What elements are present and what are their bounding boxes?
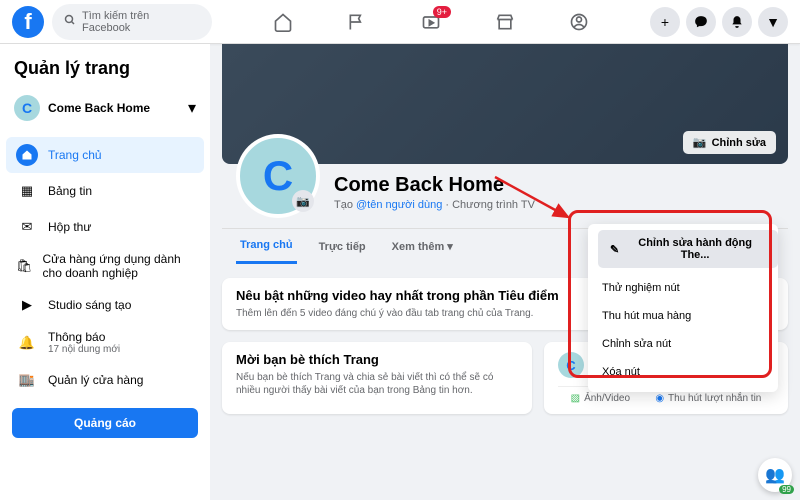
page-subtitle: Tạo @tên người dùng · Chương trình TV: [334, 199, 535, 211]
notifications-icon[interactable]: [722, 7, 752, 37]
topbar-right: + ▼: [650, 7, 788, 37]
advertise-button[interactable]: Quảng cáo: [12, 408, 198, 438]
marketplace-icon[interactable]: [493, 10, 517, 34]
floating-contacts-button[interactable]: 👥 99: [758, 458, 792, 492]
page-name: Come Back Home: [48, 101, 180, 115]
sidebar-item-label: Thông báo: [48, 330, 120, 344]
facebook-logo[interactable]: f: [12, 6, 44, 38]
topbar: f Tìm kiếm trên Facebook 9+ + ▼: [0, 0, 800, 44]
search-placeholder: Tìm kiếm trên Facebook: [82, 10, 200, 34]
chevron-down-icon: ▾: [188, 98, 196, 118]
tab-more[interactable]: Xem thêm ▾: [388, 230, 457, 263]
dropdown-item-test[interactable]: Thử nghiệm nút: [588, 274, 778, 302]
camera-icon: 📷: [693, 136, 707, 149]
inbox-icon: ✉: [16, 216, 38, 238]
bell-icon: 🔔: [16, 332, 38, 354]
page-avatar[interactable]: C📷: [236, 134, 320, 218]
card-title: Mời bạn bè thích Trang: [236, 352, 518, 367]
cta-dropdown: ✎ Chỉnh sửa hành động The... Thử nghiệm n…: [588, 224, 778, 392]
sidebar-item-creator[interactable]: ▶ Studio sáng tạo: [6, 287, 204, 323]
watch-badge: 9+: [433, 6, 451, 18]
sidebar-item-notifications[interactable]: 🔔 Thông báo17 nội dung mới: [6, 323, 204, 362]
watch-icon[interactable]: 9+: [419, 10, 443, 34]
sidebar-item-label: Studio sáng tạo: [48, 298, 131, 312]
shop-icon: 🏬: [16, 369, 38, 391]
messenger-icon: ◉: [655, 393, 664, 404]
home-icon: [16, 144, 38, 166]
sidebar-item-home[interactable]: Trang chủ: [6, 137, 204, 173]
search-icon: [64, 13, 76, 31]
avatar-letter: C: [263, 152, 293, 200]
dropdown-item-purchases[interactable]: Thu hút mua hàng: [588, 302, 778, 330]
sidebar-item-commerce[interactable]: 🏬 Quản lý cửa hàng: [6, 362, 204, 398]
tab-home[interactable]: Trang chủ: [236, 229, 297, 264]
page-avatar-small: C: [14, 95, 40, 121]
post-action-message[interactable]: ◉ Thu hút lượt nhắn tin: [655, 393, 761, 404]
profile-header: C📷 Come Back Home Tạo @tên người dùng · …: [222, 164, 788, 218]
tab-live[interactable]: Trực tiếp: [315, 231, 370, 263]
pencil-icon: ✎: [610, 243, 619, 256]
edit-cta-button[interactable]: ✎ Chỉnh sửa hành động The...: [598, 230, 778, 268]
cta-button-label: Chỉnh sửa hành động The...: [624, 237, 766, 261]
dropdown-item-edit[interactable]: Chỉnh sửa nút: [588, 330, 778, 358]
edit-cover-button[interactable]: 📷 Chỉnh sửa: [683, 131, 776, 154]
flag-icon[interactable]: [345, 10, 369, 34]
nav-center: 9+: [212, 10, 650, 34]
card-subtitle: Nếu bạn bè thích Trang và chia sẻ bài vi…: [236, 371, 518, 397]
sidebar-item-appstore[interactable]: 🛍 Cửa hàng ứng dụng dành cho doanh nghiệp: [6, 245, 204, 287]
page-title: Come Back Home: [334, 174, 535, 197]
create-username-link[interactable]: @tên người dùng: [356, 199, 442, 211]
feed-icon: ▦: [16, 180, 38, 202]
invite-friends-card: Mời bạn bè thích Trang Nếu bạn bè thích …: [222, 342, 532, 414]
sidebar: Quản lý trang C Come Back Home ▾ Trang c…: [0, 44, 210, 500]
edit-cover-label: Chỉnh sửa: [712, 137, 766, 149]
post-action-photo[interactable]: ▧ Ảnh/Video: [571, 393, 630, 404]
messenger-icon[interactable]: [686, 7, 716, 37]
page-selector[interactable]: C Come Back Home ▾: [6, 89, 204, 127]
bag-icon: 🛍: [16, 255, 33, 277]
people-icon: 👥: [765, 465, 785, 485]
post-avatar: C: [558, 352, 584, 378]
sidebar-item-label: Quản lý cửa hàng: [48, 373, 143, 387]
search-input[interactable]: Tìm kiếm trên Facebook: [52, 4, 212, 40]
main-content: 📷Chỉnh sửa C📷 Come Back Home Tạo @tên ng…: [210, 44, 800, 500]
post-action-label: Thu hút lượt nhắn tin: [668, 393, 761, 404]
groups-icon[interactable]: [567, 10, 591, 34]
sidebar-item-sublabel: 17 nội dung mới: [48, 344, 120, 355]
camera-icon[interactable]: 📷: [292, 190, 314, 212]
sidebar-item-label: Bảng tin: [48, 184, 92, 198]
sidebar-item-newsfeed[interactable]: ▦ Bảng tin: [6, 173, 204, 209]
sidebar-item-label: Trang chủ: [48, 148, 102, 162]
sidebar-title: Quản lý trang: [6, 54, 204, 89]
post-action-label: Ảnh/Video: [584, 393, 630, 404]
home-icon[interactable]: [271, 10, 295, 34]
contacts-count: 99: [779, 485, 794, 494]
account-menu-icon[interactable]: ▼: [758, 7, 788, 37]
create-button[interactable]: +: [650, 7, 680, 37]
sidebar-item-label: Hộp thư: [48, 220, 91, 234]
sidebar-item-label: Cửa hàng ứng dụng dành cho doanh nghiệp: [43, 252, 194, 280]
photo-icon: ▧: [571, 393, 580, 404]
studio-icon: ▶: [16, 294, 38, 316]
dropdown-item-delete[interactable]: Xóa nút: [588, 358, 778, 386]
sidebar-item-inbox[interactable]: ✉ Hộp thư: [6, 209, 204, 245]
